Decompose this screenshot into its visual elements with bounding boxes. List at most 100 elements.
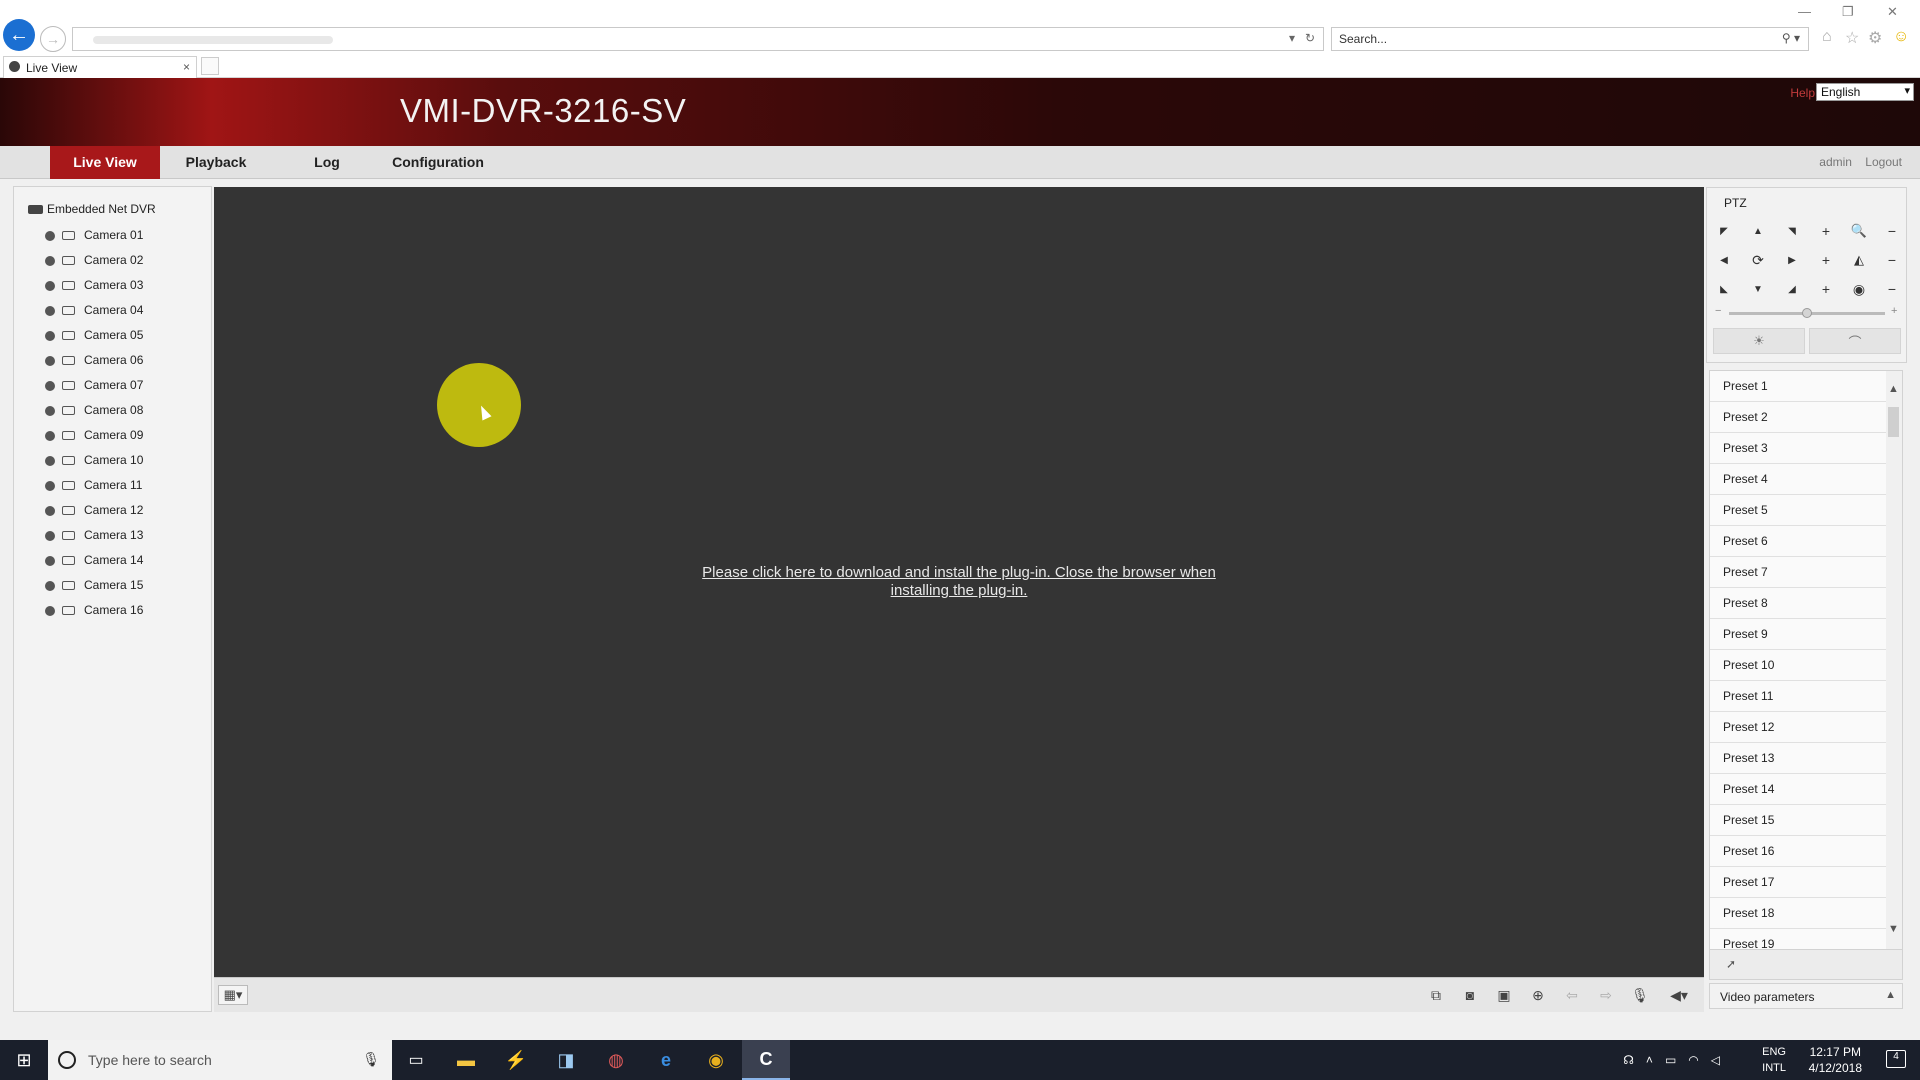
preset-item[interactable]: Preset 1 [1710, 371, 1888, 402]
language-indicator[interactable]: ENG INTL [1762, 1044, 1786, 1076]
ptz-down-left-icon[interactable]: ◣ [1713, 279, 1735, 299]
video-display-area[interactable]: Please click here to download and instal… [214, 187, 1704, 977]
task-view-icon[interactable]: ▭ [392, 1040, 440, 1080]
language-select[interactable]: English ▾ [1816, 83, 1914, 101]
focus-near-icon[interactable]: + [1815, 250, 1837, 270]
ptz-up-icon[interactable]: ▲ [1747, 221, 1769, 241]
scrollbar-thumb[interactable] [1888, 407, 1899, 437]
preset-item[interactable]: Preset 15 [1710, 805, 1888, 836]
tab-live-view[interactable]: Live View [50, 146, 160, 179]
iris-open-icon[interactable]: + [1815, 279, 1837, 299]
taskbar-clock[interactable]: 12:17 PM 4/12/2018 [1809, 1044, 1862, 1076]
camera-list-item[interactable]: Camera 15 [44, 576, 143, 594]
search-icon[interactable]: ⚲ ▾ [1782, 31, 1800, 45]
window-layout-button[interactable]: ▦▾ [218, 985, 248, 1005]
camera-list-item[interactable]: Camera 16 [44, 601, 143, 619]
capture-snapshot-icon[interactable]: ◙ [1458, 985, 1482, 1005]
camera-list-item[interactable]: Camera 01 [44, 226, 143, 244]
play-status-icon[interactable] [44, 280, 56, 292]
camera-list-item[interactable]: Camera 05 [44, 326, 143, 344]
wifi-icon[interactable]: ◠ [1688, 1053, 1698, 1067]
play-status-icon[interactable] [44, 555, 56, 567]
refresh-icon[interactable]: ↻ [1305, 31, 1315, 45]
browser-search-input[interactable]: Search... ⚲ ▾ [1331, 27, 1809, 51]
light-button[interactable]: ☀ [1713, 328, 1805, 354]
record-all-icon[interactable]: ▣ [1492, 985, 1516, 1005]
digital-zoom-icon[interactable]: ⊕ [1526, 985, 1550, 1005]
preset-scrollbar[interactable]: ▲ ▼ [1886, 371, 1902, 949]
wiper-button[interactable]: ⌒ [1809, 328, 1901, 354]
plugin-download-link[interactable]: Please click here to download and instal… [684, 564, 1234, 600]
camera-list-item[interactable]: Camera 14 [44, 551, 143, 569]
back-arrow-icon[interactable]: ← [3, 19, 35, 51]
preset-item[interactable]: Preset 10 [1710, 650, 1888, 681]
camera-list-item[interactable]: Camera 02 [44, 251, 143, 269]
new-tab-button[interactable] [201, 57, 219, 75]
logout-link[interactable]: Logout [1865, 155, 1902, 169]
preset-item[interactable]: Preset 18 [1710, 898, 1888, 929]
app-icon-active[interactable]: C [742, 1040, 790, 1080]
camera-list-item[interactable]: Camera 12 [44, 501, 143, 519]
camera-list-item[interactable]: Camera 03 [44, 276, 143, 294]
camera-list-item[interactable]: Camera 07 [44, 376, 143, 394]
call-preset-icon[interactable]: ➚ [1726, 957, 1748, 973]
play-status-icon[interactable] [44, 480, 56, 492]
preset-item[interactable]: Preset 14 [1710, 774, 1888, 805]
preset-item[interactable]: Preset 11 [1710, 681, 1888, 712]
camera-list-item[interactable]: Camera 08 [44, 401, 143, 419]
home-icon[interactable]: ⌂ [1822, 28, 1832, 46]
next-page-icon[interactable]: ⇨ [1594, 985, 1618, 1005]
play-status-icon[interactable] [44, 530, 56, 542]
preset-item[interactable]: Preset 7 [1710, 557, 1888, 588]
play-status-icon[interactable] [44, 580, 56, 592]
camera-list-item[interactable]: Camera 09 [44, 426, 143, 444]
camera-list-item[interactable]: Camera 13 [44, 526, 143, 544]
focus-far-icon[interactable]: − [1881, 250, 1903, 270]
app-icon-blue[interactable]: ◨ [542, 1040, 590, 1080]
preset-item[interactable]: Preset 4 [1710, 464, 1888, 495]
preset-item[interactable]: Preset 9 [1710, 619, 1888, 650]
play-status-icon[interactable] [44, 455, 56, 467]
preset-item[interactable]: Preset 17 [1710, 867, 1888, 898]
ptz-speed-slider[interactable] [1729, 308, 1885, 318]
forward-arrow-icon[interactable]: → [40, 26, 66, 52]
file-explorer-icon[interactable]: ▬ [442, 1040, 490, 1080]
camera-list-item[interactable]: Camera 06 [44, 351, 143, 369]
app-icon-green[interactable]: ⚡ [492, 1040, 540, 1080]
people-icon[interactable]: ☊ [1623, 1053, 1634, 1067]
microphone-icon[interactable]: 🎙 [362, 1051, 380, 1068]
slider-handle[interactable] [1802, 308, 1812, 318]
camera-list-item[interactable]: Camera 11 [44, 476, 142, 494]
preset-item[interactable]: Preset 8 [1710, 588, 1888, 619]
play-status-icon[interactable] [44, 255, 56, 267]
restore-icon[interactable]: ❐ [1842, 4, 1854, 20]
chrome-icon[interactable]: ◉ [692, 1040, 740, 1080]
preset-item[interactable]: Preset 2 [1710, 402, 1888, 433]
volume-icon[interactable]: ◀▾ [1664, 985, 1694, 1005]
play-status-icon[interactable] [44, 230, 56, 242]
zoom-in-icon[interactable]: + [1815, 221, 1837, 241]
ptz-auto-icon[interactable]: ⟳ [1747, 250, 1769, 270]
taskbar-search-input[interactable]: Type here to search 🎙 [48, 1040, 392, 1080]
dropdown-icon[interactable]: ▾ [1289, 31, 1295, 45]
play-status-icon[interactable] [44, 430, 56, 442]
address-bar[interactable]: ▾ ↻ [72, 27, 1324, 51]
tab-playback[interactable]: Playback [170, 146, 262, 179]
chevron-up-icon[interactable]: ˄ [1646, 1053, 1653, 1067]
preset-item[interactable]: Preset 5 [1710, 495, 1888, 526]
favorites-star-icon[interactable]: ☆ [1845, 28, 1859, 48]
close-window-icon[interactable]: ✕ [1887, 4, 1898, 20]
internet-explorer-icon[interactable]: e [642, 1040, 690, 1080]
tab-close-icon[interactable]: × [183, 60, 190, 74]
camera-list-item[interactable]: Camera 10 [44, 451, 143, 469]
battery-icon[interactable]: ▭ [1665, 1053, 1676, 1067]
play-status-icon[interactable] [44, 305, 56, 317]
ptz-up-left-icon[interactable]: ◤ [1713, 221, 1735, 241]
scroll-down-icon[interactable]: ▼ [1888, 923, 1899, 935]
preset-item[interactable]: Preset 16 [1710, 836, 1888, 867]
ptz-left-icon[interactable]: ◀ [1713, 250, 1735, 270]
play-status-icon[interactable] [44, 355, 56, 367]
ptz-right-icon[interactable]: ▶ [1781, 250, 1803, 270]
stop-all-icon[interactable]: ⧉ [1424, 985, 1448, 1005]
preset-item[interactable]: Preset 12 [1710, 712, 1888, 743]
